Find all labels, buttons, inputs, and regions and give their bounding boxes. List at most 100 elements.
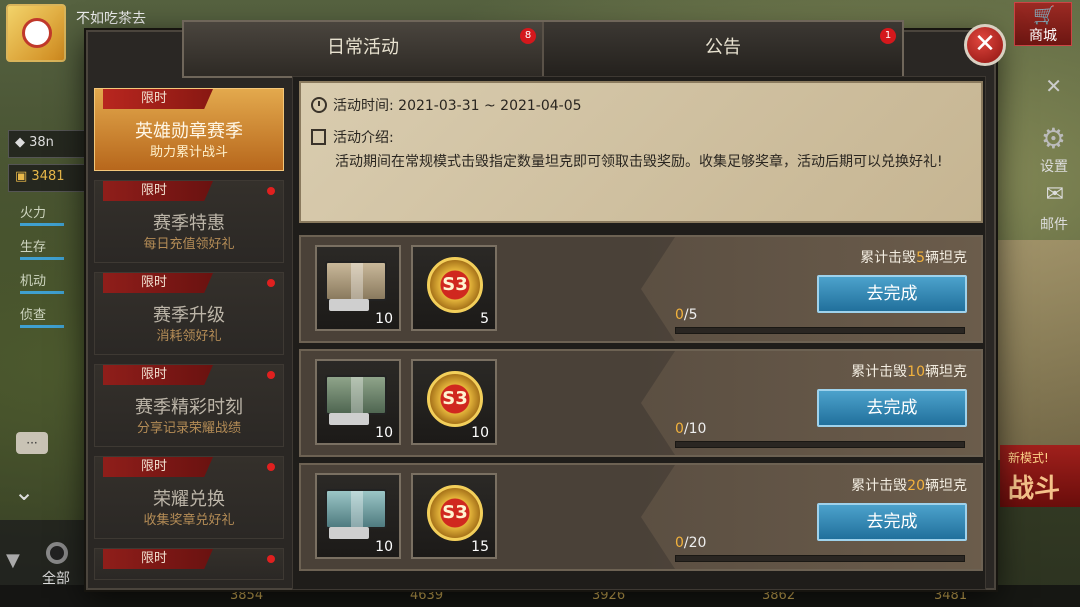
sidebar-item-title: 赛季升级 <box>153 305 225 326</box>
reward-count: 10 <box>375 425 393 441</box>
shop-button[interactable]: 🛒 商城 <box>1014 2 1072 46</box>
limited-tag: 限时 <box>103 273 213 293</box>
sidebar-item-partial[interactable]: 限时 <box>94 548 284 580</box>
limited-tag: 限时 <box>103 365 213 385</box>
reward-crate[interactable]: 10 <box>315 473 401 559</box>
notification-dot <box>267 555 275 563</box>
battle-button[interactable]: 新模式! 战斗 <box>1000 445 1080 507</box>
left-stats-panel: ◆ 38n ▣ 3481 火力 生存 机动 侦查 <box>8 130 88 338</box>
filter-icon[interactable]: ▼ <box>6 550 20 571</box>
sidebar-item-subtitle: 收集奖章兑好礼 <box>143 513 235 528</box>
shell-icon <box>329 413 369 425</box>
limited-tag: 限时 <box>103 181 213 201</box>
bottom-value: 4639 <box>410 588 444 603</box>
sidebar-item-subtitle: 助力累计战斗 <box>149 145 228 160</box>
reward-medal[interactable]: S3 10 <box>411 359 497 445</box>
sidebar-item-title: 荣耀兑换 <box>153 489 225 510</box>
player-name: 不如吃茶去 <box>76 11 146 27</box>
task-row: 10 S3 15 累计击毁20辆坦克 去完成 0/20 <box>299 463 983 571</box>
chat-icon[interactable]: ··· <box>16 432 48 454</box>
power-box: ▣ 3481 <box>8 164 88 192</box>
sidebar-item-glory-exchange[interactable]: 限时 荣耀兑换 收集奖章兑好礼 <box>94 456 284 539</box>
gear-icon[interactable]: ⚙ <box>1041 122 1066 155</box>
reward-crate[interactable]: 10 <box>315 359 401 445</box>
sidebar-item-hero-medal[interactable]: 限时 英雄勋章赛季 助力累计战斗 <box>94 88 284 171</box>
avatar-face-icon <box>22 18 52 48</box>
sidebar-item-title: 英雄勋章赛季 <box>135 121 243 142</box>
bottom-value: 3481 <box>934 588 968 603</box>
activity-sidebar: 限时 英雄勋章赛季 助力累计战斗 限时 赛季特惠 每日充值领好礼 限时 赛季升级… <box>94 88 284 589</box>
tab-label: 公告 <box>705 37 741 58</box>
settings-label[interactable]: 设置 <box>1040 156 1068 176</box>
tab-badge: 8 <box>520 28 536 44</box>
power-value: 3481 <box>31 169 65 184</box>
shop-label: 商城 <box>1029 28 1057 44</box>
limited-tag: 限时 <box>103 89 213 109</box>
right-side-menu: 🛒 商城 ✕ ⚙ 设置 ✉ 邮件 新模式! 战斗 <box>990 0 1080 607</box>
notification-dot <box>267 463 275 471</box>
activity-desc-row: 活动介绍: <box>311 127 394 147</box>
all-toggle-icon[interactable] <box>46 542 68 564</box>
sidebar-item-season-upgrade[interactable]: 限时 赛季升级 消耗领好礼 <box>94 272 284 355</box>
clock-icon <box>311 97 327 113</box>
progress-text: 0/10 <box>675 421 707 437</box>
activity-description: 活动期间在常规模式击毁指定数量坦克即可领取击毁奖励。收集足够奖章，活动后期可以兑… <box>335 154 943 170</box>
reward-count: 10 <box>375 311 393 327</box>
new-mode-label: 新模式! <box>1008 451 1049 465</box>
tab-label: 日常活动 <box>327 37 399 58</box>
sidebar-item-subtitle: 每日充值领好礼 <box>143 237 235 252</box>
activity-time-row: 活动时间: 2021-03-31 ~ 2021-04-05 <box>311 95 582 115</box>
bottom-value: 3854 <box>230 588 264 603</box>
battle-label: 战斗 <box>1008 474 1061 504</box>
progress-text: 0/5 <box>675 307 698 323</box>
reward-medal[interactable]: S3 5 <box>411 245 497 331</box>
mail-icon[interactable]: ✉ <box>1046 182 1064 207</box>
cart-icon: 🛒 <box>1033 5 1056 26</box>
progress-bar <box>675 555 965 562</box>
reward-count: 10 <box>375 539 393 555</box>
player-avatar[interactable] <box>6 4 66 62</box>
mail-label[interactable]: 邮件 <box>1040 214 1068 234</box>
task-title: 累计击毁20辆坦克 <box>851 478 967 494</box>
attr-firepower: 火力 <box>20 202 76 226</box>
document-icon <box>311 129 326 145</box>
attr-scout: 侦查 <box>20 304 76 328</box>
attr-mobility: 机动 <box>20 270 76 294</box>
progress-text: 0/20 <box>675 535 707 551</box>
tab-badge: 1 <box>880 28 896 44</box>
close-icon[interactable]: ✕ <box>964 24 1006 66</box>
tab-announcement[interactable]: 公告 1 <box>542 22 902 76</box>
chevron-down-icon[interactable]: ⌄ <box>14 478 34 506</box>
limited-tag: 限时 <box>103 549 213 569</box>
notification-dot <box>267 371 275 379</box>
level-box: ◆ 38n <box>8 130 88 158</box>
sidebar-item-subtitle: 分享记录荣耀战绩 <box>136 421 241 436</box>
activity-info-panel: 活动时间: 2021-03-31 ~ 2021-04-05 活动介绍: 活动期间… <box>299 81 983 223</box>
go-complete-button[interactable]: 去完成 <box>817 503 967 541</box>
activity-content: 活动时间: 2021-03-31 ~ 2021-04-05 活动介绍: 活动期间… <box>292 76 986 590</box>
crate-icon <box>325 489 387 529</box>
level-text: 38n <box>29 135 54 150</box>
tools-icon[interactable]: ✕ <box>1045 74 1062 98</box>
reward-crate[interactable]: 10 <box>315 245 401 331</box>
tab-daily-activity[interactable]: 日常活动 8 <box>184 22 542 76</box>
task-row: 10 S3 10 累计击毁10辆坦克 去完成 0/10 <box>299 349 983 457</box>
notification-dot <box>267 187 275 195</box>
task-title: 累计击毁10辆坦克 <box>851 364 967 380</box>
sidebar-item-subtitle: 消耗领好礼 <box>156 329 222 344</box>
task-row: 10 S3 5 累计击毁5辆坦克 去完成 0/5 <box>299 235 983 343</box>
go-complete-button[interactable]: 去完成 <box>817 275 967 313</box>
limited-tag: 限时 <box>103 457 213 477</box>
progress-bar <box>675 327 965 334</box>
sidebar-item-title: 赛季特惠 <box>153 213 225 234</box>
crate-icon <box>325 375 387 415</box>
reward-medal[interactable]: S3 15 <box>411 473 497 559</box>
sidebar-item-season-deal[interactable]: 限时 赛季特惠 每日充值领好礼 <box>94 180 284 263</box>
attr-survival: 生存 <box>20 236 76 260</box>
sidebar-item-highlights[interactable]: 限时 赛季精彩时刻 分享记录荣耀战绩 <box>94 364 284 447</box>
go-complete-button[interactable]: 去完成 <box>817 389 967 427</box>
medal-icon: S3 <box>427 257 483 313</box>
crate-icon <box>325 261 387 301</box>
medal-icon: S3 <box>427 371 483 427</box>
bottom-value: 3862 <box>762 588 796 603</box>
